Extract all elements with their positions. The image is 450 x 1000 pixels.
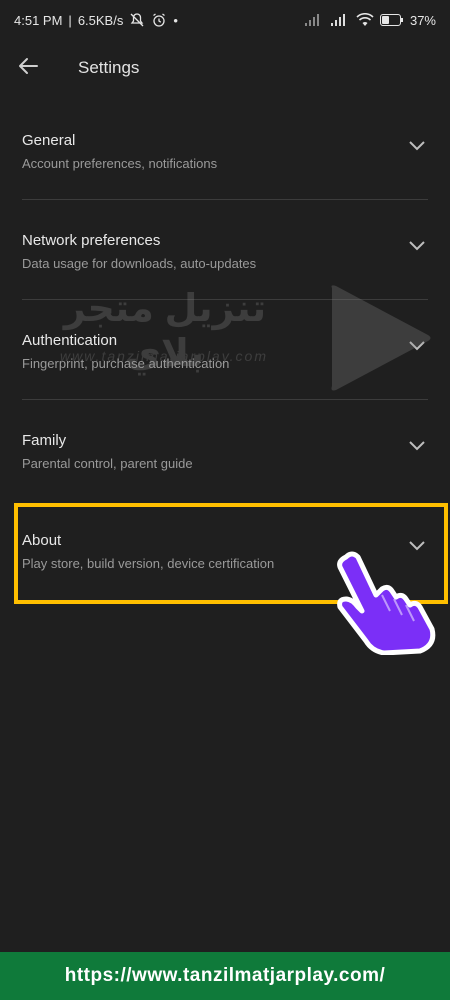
battery-icon <box>379 14 404 26</box>
status-speed: 6.5KB/s <box>77 12 124 28</box>
footer-banner: https://www.tanzilmatjarplay.com/ <box>0 952 450 1000</box>
status-time: 4:51 PM <box>14 12 63 28</box>
alarm-icon <box>151 12 167 28</box>
settings-item-title: Network preferences <box>22 232 161 249</box>
status-right: 37% <box>304 13 436 28</box>
settings-item-general[interactable]: General Account preferences, notificatio… <box>0 100 450 200</box>
settings-item-title: About <box>22 532 62 549</box>
mute-notifications-icon <box>129 12 145 28</box>
chevron-down-icon[interactable] <box>408 340 426 352</box>
chevron-down-icon[interactable] <box>408 140 426 152</box>
settings-item-title: General <box>22 132 76 149</box>
settings-item-subtitle: Data usage for downloads, auto-updates <box>22 256 257 271</box>
settings-item-subtitle: Play store, build version, device certif… <box>22 556 275 571</box>
settings-list: General Account preferences, notificatio… <box>0 100 450 600</box>
status-bar: 4:51 PM | 6.5KB/s • 37% <box>0 0 450 40</box>
settings-item-family[interactable]: Family Parental control, parent guide <box>0 400 450 500</box>
chevron-down-icon[interactable] <box>408 540 426 552</box>
status-left: 4:51 PM | 6.5KB/s • <box>14 12 178 28</box>
signal-icon-2 <box>330 13 350 27</box>
app-bar: Settings <box>0 40 450 96</box>
chevron-down-icon[interactable] <box>408 240 426 252</box>
signal-icon <box>304 13 324 27</box>
battery-percent: 37% <box>409 12 436 28</box>
back-button[interactable] <box>8 48 48 88</box>
settings-item-title: Family <box>22 432 67 449</box>
settings-item-network-preferences[interactable]: Network preferences Data usage for downl… <box>0 200 450 300</box>
settings-item-subtitle: Fingerprint, purchase authentication <box>22 356 230 371</box>
settings-item-subtitle: Account preferences, notifications <box>22 156 218 171</box>
wifi-icon <box>356 13 374 27</box>
page-title: Settings <box>78 58 140 77</box>
footer-url[interactable]: https://www.tanzilmatjarplay.com/ <box>65 965 386 987</box>
settings-item-authentication[interactable]: Authentication Fingerprint, purchase aut… <box>0 300 450 400</box>
settings-item-title: Authentication <box>22 332 118 349</box>
chevron-down-icon[interactable] <box>408 440 426 452</box>
status-dot-icon: • <box>173 12 178 28</box>
status-separator: | <box>68 12 72 28</box>
settings-item-subtitle: Parental control, parent guide <box>22 456 193 471</box>
settings-item-about[interactable]: About Play store, build version, device … <box>0 500 450 600</box>
arrow-left-icon <box>17 55 39 82</box>
